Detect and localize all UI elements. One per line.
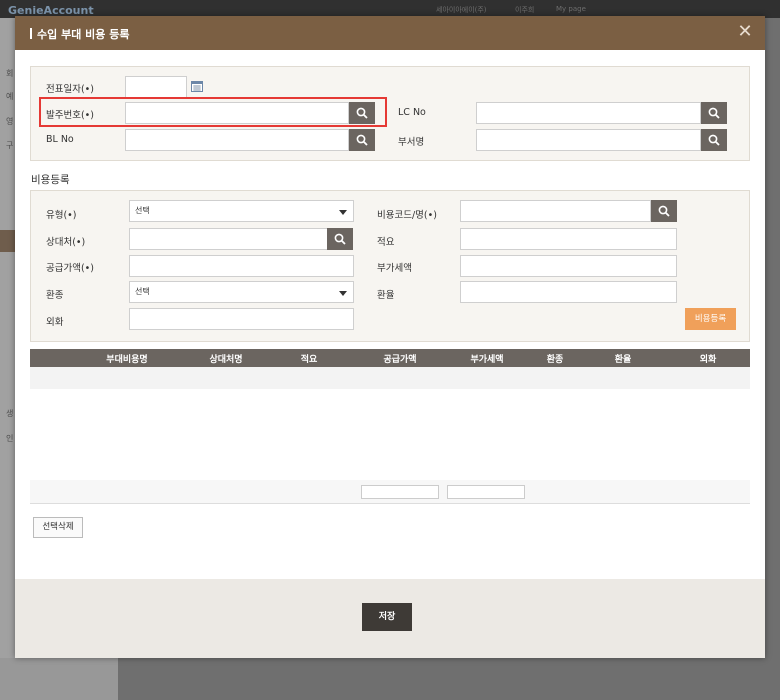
vat-label: 부가세액 — [377, 263, 412, 274]
column-header[interactable]: 부대비용명 — [106, 352, 147, 365]
dept-input[interactable] — [476, 129, 701, 151]
search-icon — [708, 134, 720, 146]
column-header[interactable]: 적요 — [301, 352, 318, 365]
vat-total-field — [447, 485, 525, 499]
voucher-date-label: 전표일자(•) — [46, 84, 94, 95]
summary-input[interactable] — [460, 228, 677, 250]
delete-selected-button[interactable]: 선택삭제 — [33, 517, 83, 538]
cost-code-search-button[interactable] — [651, 200, 677, 222]
cost-grid-header: 부대비용명 상대처명 적요 공급가액 부가세액 환종 환율 외화 — [30, 349, 750, 367]
cost-code-label: 비용코드/명(•) — [377, 210, 437, 221]
lc-no-search-button[interactable] — [701, 102, 727, 124]
register-cost-button[interactable]: 비용등록 — [685, 308, 736, 330]
table-row[interactable] — [30, 367, 750, 389]
currency-label: 환종 — [46, 290, 64, 301]
calendar-icon[interactable] — [191, 81, 203, 92]
order-no-highlight — [39, 97, 387, 127]
bl-no-input[interactable] — [125, 129, 349, 151]
column-header[interactable]: 외화 — [700, 352, 717, 365]
supply-amount-label: 공급가액(•) — [46, 263, 94, 274]
close-icon[interactable]: ✕ — [735, 22, 755, 42]
dept-label: 부서명 — [398, 137, 425, 148]
column-header[interactable]: 환종 — [547, 352, 564, 365]
currency-select[interactable]: 선택 — [129, 281, 354, 303]
currency-select-value: 선택 — [135, 287, 150, 296]
modal-footer: 저장 — [15, 579, 765, 658]
counterparty-search-button[interactable] — [327, 228, 353, 250]
column-header[interactable]: 환율 — [615, 352, 632, 365]
counterparty-input[interactable] — [129, 228, 328, 250]
exchange-rate-input[interactable] — [460, 281, 677, 303]
cost-registration-modal: 수입 부대 비용 등록 ✕ 전표일자(•) 발주번호(•) LC No BL N… — [15, 16, 765, 658]
column-header[interactable]: 상대처명 — [209, 352, 242, 365]
supply-amount-input[interactable] — [129, 255, 354, 277]
type-label: 유형(•) — [46, 210, 77, 221]
bl-no-label: BL No — [46, 134, 74, 145]
search-icon — [658, 205, 670, 217]
lc-no-label: LC No — [398, 107, 426, 118]
vat-input[interactable] — [460, 255, 677, 277]
modal-title: 수입 부대 비용 등록 — [30, 26, 129, 42]
modal-header: 수입 부대 비용 등록 ✕ — [15, 16, 765, 50]
grid-summary-row — [30, 480, 750, 504]
search-icon — [356, 134, 368, 146]
counterparty-label: 상대처(•) — [46, 237, 86, 248]
foreign-input[interactable] — [129, 308, 354, 330]
save-button[interactable]: 저장 — [362, 603, 412, 631]
summary-label: 적요 — [377, 237, 395, 248]
lc-no-input[interactable] — [476, 102, 701, 124]
chevron-down-icon — [339, 210, 347, 215]
dept-search-button[interactable] — [701, 129, 727, 151]
foreign-label: 외화 — [46, 317, 64, 328]
cost-code-input[interactable] — [460, 200, 651, 222]
chevron-down-icon — [339, 291, 347, 296]
column-header[interactable]: 부가세액 — [470, 352, 503, 365]
exchange-rate-label: 환율 — [377, 290, 395, 301]
supply-total-field — [361, 485, 439, 499]
type-select[interactable]: 선택 — [129, 200, 354, 222]
bl-no-search-button[interactable] — [349, 129, 375, 151]
search-icon — [708, 107, 720, 119]
search-icon — [334, 233, 346, 245]
voucher-date-input[interactable] — [125, 76, 187, 98]
column-header[interactable]: 공급가액 — [383, 352, 416, 365]
cost-section-title: 비용등록 — [31, 174, 70, 186]
type-select-value: 선택 — [135, 206, 150, 215]
